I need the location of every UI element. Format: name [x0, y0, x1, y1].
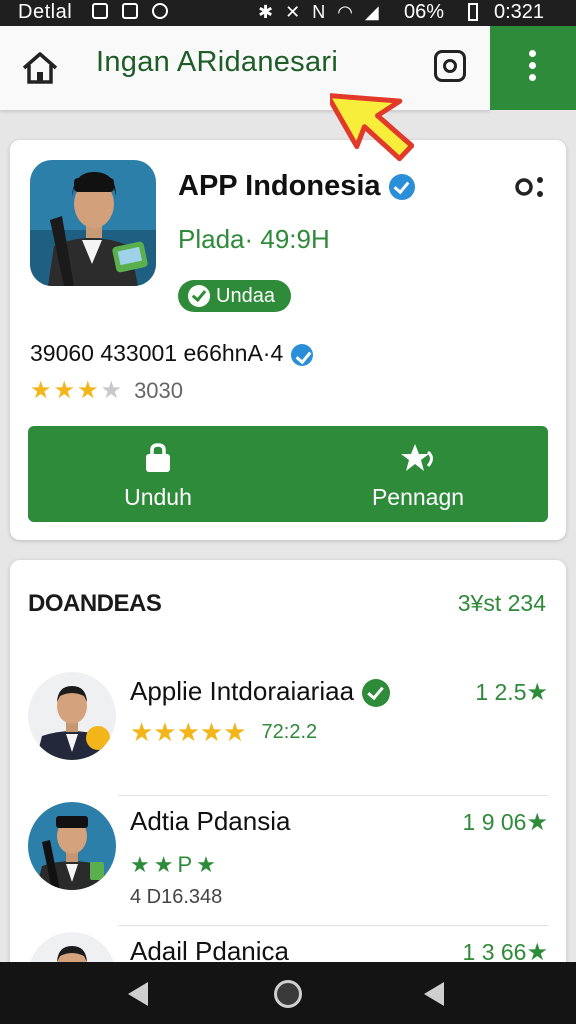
- list-title: DOANDEAS: [28, 590, 162, 617]
- battery-icon: [468, 3, 478, 21]
- status-badge[interactable]: Undaa: [178, 280, 291, 312]
- app-rating: ★ ★ ★ ★ 3030: [30, 378, 183, 404]
- recent-apps-icon[interactable]: [424, 982, 444, 1006]
- app-options-icon[interactable]: [514, 172, 546, 202]
- system-nav-bar: [0, 962, 576, 1024]
- list-item-rating: ★★★★★ 72:2.2: [130, 717, 318, 747]
- app-bar-title: Ingan ARidanesari: [96, 46, 339, 78]
- clock: 0:321: [494, 1, 545, 23]
- nfc-icon: N: [312, 2, 326, 22]
- app-icon: [152, 3, 168, 19]
- status-notification-icons: [92, 3, 168, 19]
- avatar: [28, 802, 116, 890]
- list-item-title: Applie Intdoraiariaa: [130, 676, 391, 708]
- more-vert-icon[interactable]: [522, 50, 542, 84]
- download-label: Unduh: [124, 484, 192, 510]
- status-system-icons: ✱ ✕ N ◠ ◢: [258, 3, 379, 21]
- badge-label: Undaa: [216, 285, 275, 307]
- rating-value: 72:2.2: [261, 720, 318, 743]
- wifi-icon: ◠: [337, 2, 353, 22]
- cursor-arrow-icon: [330, 92, 414, 162]
- carrier-label: Detlal: [18, 1, 73, 23]
- signal-icon: ◢: [364, 2, 379, 22]
- rating-button[interactable]: Pennagn: [288, 426, 548, 522]
- app-detail-card: APP Indonesia Plada· 49:9H Undaa 39060 4…: [10, 140, 566, 540]
- list-item[interactable]: Applie Intdoraiariaa 1 2.5★ ★★★★★ 72:2.2: [28, 666, 548, 796]
- stars-icon: ★★★★★: [130, 717, 247, 747]
- star-sparkle-icon: [401, 444, 433, 471]
- star-icon: ★: [30, 377, 52, 404]
- back-icon[interactable]: [128, 982, 148, 1006]
- download-button[interactable]: Unduh: [28, 426, 288, 522]
- list-item[interactable]: Adtia Pdansia 1 9 06★ ★★Р★ 4 D16.348: [28, 796, 548, 926]
- list-item-score: 1 2.5★: [475, 679, 548, 706]
- home-icon[interactable]: [20, 50, 60, 86]
- app-subtitle: Plada· 49:9H: [178, 224, 330, 254]
- image-icon: [122, 3, 138, 19]
- star-icon: ★: [53, 377, 76, 404]
- app-meta: 39060 433001 e66hnA·4: [30, 340, 314, 367]
- star-empty-icon: ★: [100, 377, 123, 404]
- rating-count: 3030: [134, 378, 184, 403]
- verified-icon: [388, 174, 415, 201]
- avatar: [28, 672, 116, 760]
- notification-icon: [92, 3, 108, 19]
- list-item-title: Adtia Pdansia: [130, 806, 291, 836]
- home-circle-icon[interactable]: [274, 980, 302, 1008]
- mute-icon: ✕: [285, 2, 301, 22]
- list-card: DOANDEAS 3¥st 234 Applie Intdoraiariaa 1…: [10, 560, 566, 980]
- check-circle-icon: [362, 679, 391, 708]
- camera-icon[interactable]: [434, 50, 466, 82]
- star-icon: ★: [526, 679, 548, 706]
- app-photo: [30, 160, 156, 286]
- list-item-detail: 4 D16.348: [130, 886, 223, 908]
- list-item-score: 1 9 06★: [462, 809, 548, 836]
- star-icon: ★: [77, 377, 99, 404]
- app-name: APP Indonesia: [178, 170, 415, 203]
- star-icon: ★: [526, 809, 548, 836]
- bluetooth-icon: ✱: [258, 2, 274, 22]
- check-icon: [188, 285, 210, 307]
- battery-percent: 06%: [404, 1, 445, 23]
- lock-icon: [146, 443, 170, 472]
- status-bar: Detlal ✱ ✕ N ◠ ◢ 06% 0:321: [0, 0, 576, 26]
- list-item-stars: ★★Р★: [130, 852, 220, 877]
- list-count: 3¥st 234: [457, 590, 546, 616]
- info-verified-icon: [291, 343, 314, 366]
- rating-label: Pennagn: [371, 484, 465, 510]
- action-bar: Unduh Pennagn: [28, 426, 548, 522]
